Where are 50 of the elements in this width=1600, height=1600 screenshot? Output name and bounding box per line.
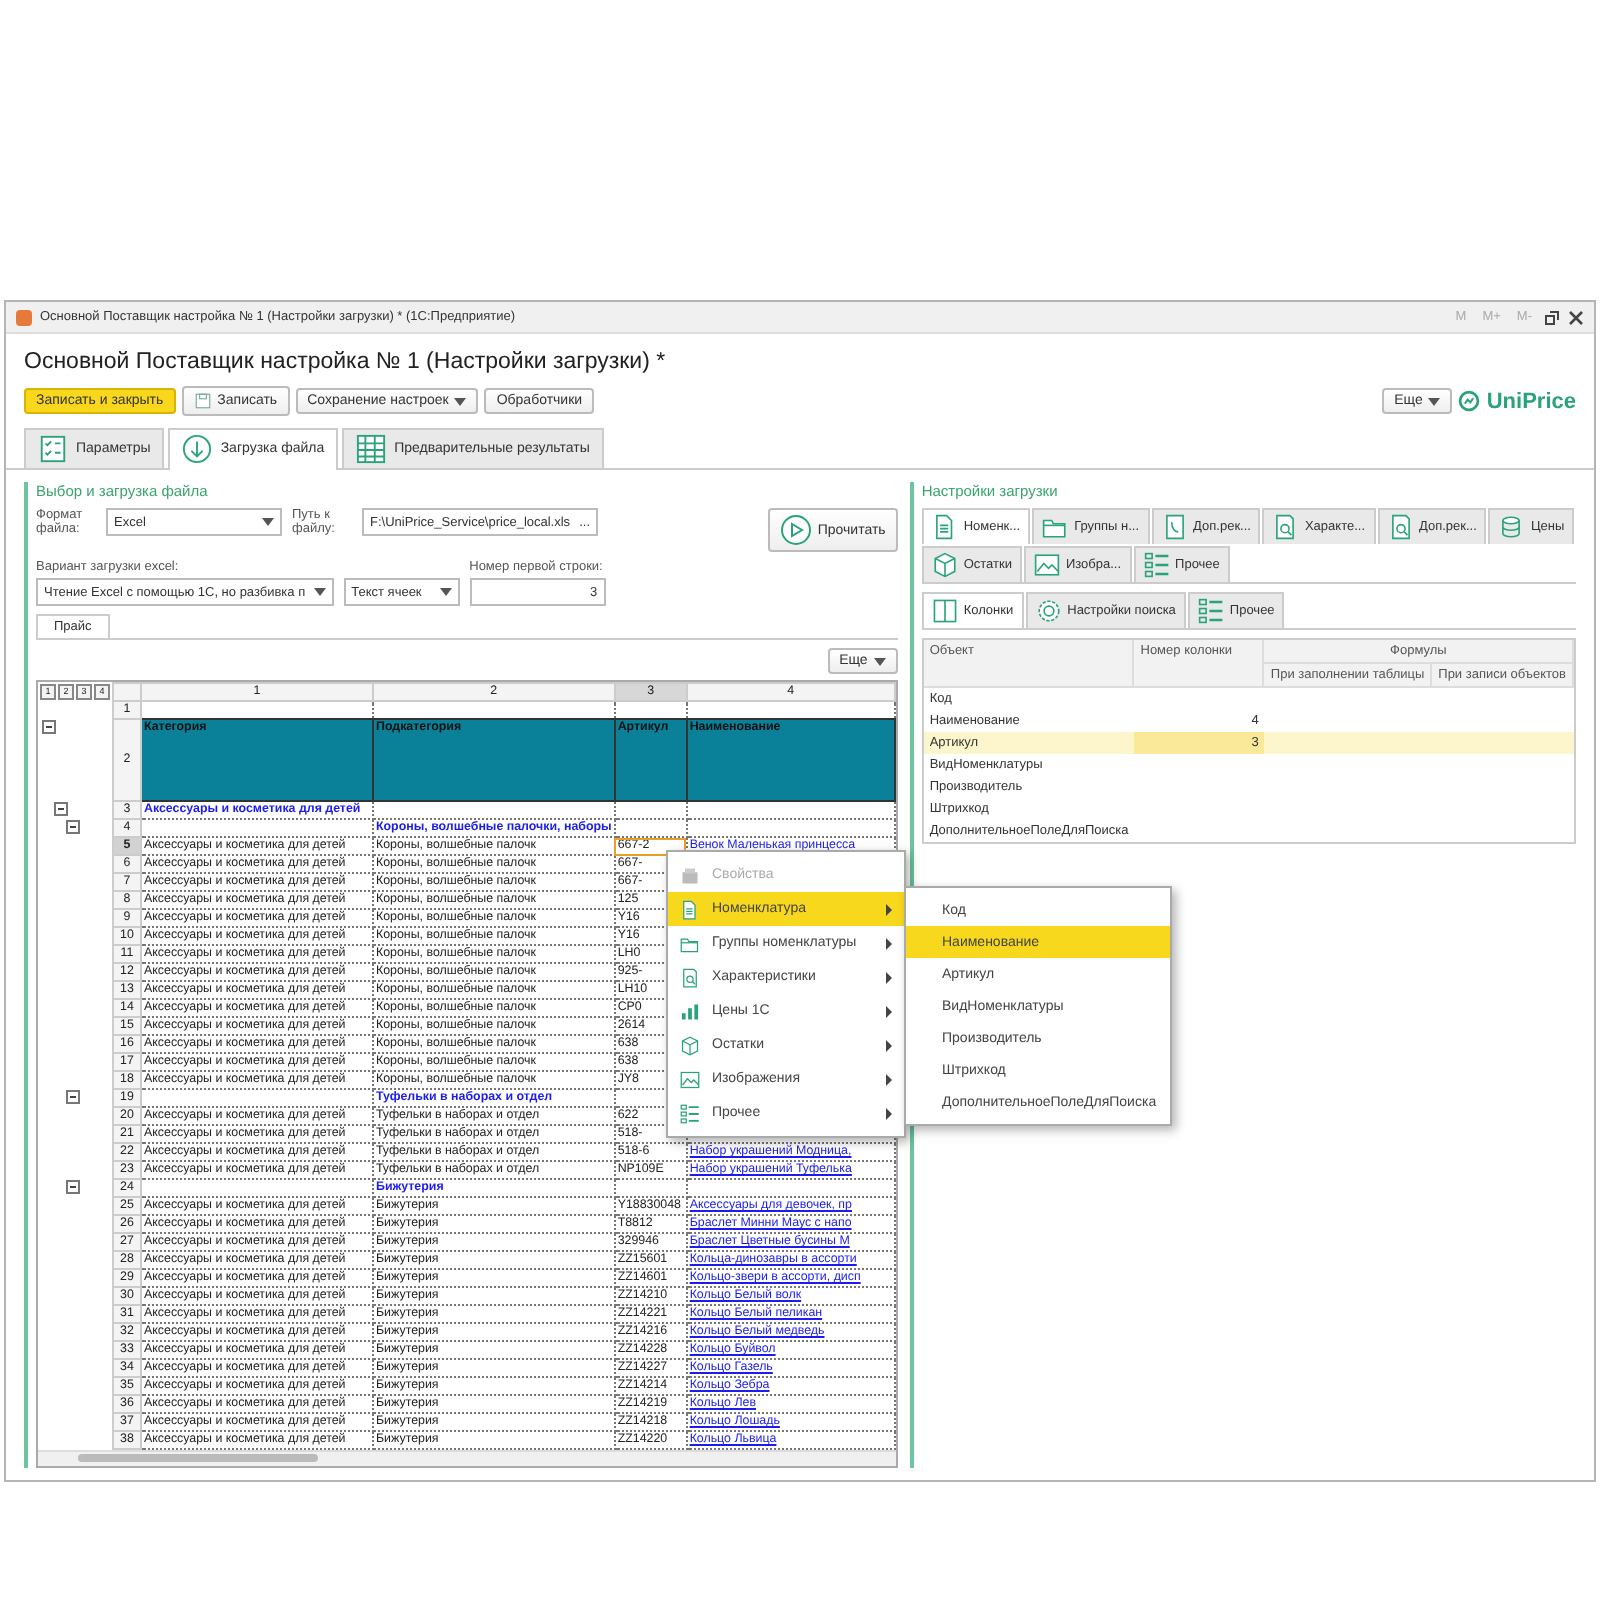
document-icon (931, 514, 958, 540)
checklist-icon (38, 434, 68, 464)
list-icon (1197, 598, 1224, 624)
document-search-icon (1387, 514, 1414, 540)
box-icon (931, 552, 958, 578)
logo: UniPrice (1458, 389, 1576, 413)
logo-icon (1458, 390, 1481, 412)
document-icon (680, 899, 700, 919)
caret-icon (439, 588, 452, 596)
app-icon (16, 309, 32, 325)
save-icon (193, 392, 212, 410)
list-icon (1143, 552, 1170, 578)
submenu-arrow-icon (886, 1039, 892, 1051)
submenu-arrow-icon (886, 903, 892, 915)
folder-icon (680, 933, 700, 953)
download-icon (182, 434, 213, 464)
caret-icon (454, 397, 467, 405)
submenu-arrow-icon (886, 1107, 892, 1119)
folder-icon (1042, 514, 1069, 540)
box-icon (680, 1035, 700, 1055)
list-icon (680, 1103, 700, 1123)
play-icon (779, 514, 812, 546)
bar-chart-icon (680, 1001, 700, 1021)
phone-document-icon (1161, 514, 1188, 540)
caret-icon (313, 588, 326, 596)
coins-icon (1498, 514, 1525, 540)
caret-icon (262, 518, 274, 526)
collapse-icon[interactable] (66, 1179, 80, 1193)
image-icon (1033, 552, 1060, 578)
table-icon (356, 434, 387, 464)
submenu-arrow-icon (886, 971, 892, 983)
image-icon (680, 1069, 700, 1089)
submenu-arrow-icon (886, 937, 892, 949)
search-settings-icon (1035, 598, 1062, 624)
columns-icon (931, 598, 958, 624)
submenu-arrow-icon (886, 1073, 892, 1085)
caret-icon (873, 657, 886, 665)
table-cell (1432, 732, 1574, 754)
collapse-icon[interactable] (54, 801, 68, 815)
form-title: Основной Поставщик настройка № 1 (Настройки загрузки) * (24, 350, 668, 374)
collapse-icon[interactable] (66, 1089, 80, 1103)
properties-icon (680, 865, 700, 885)
document-search-icon (1272, 514, 1299, 540)
caret-icon (1428, 397, 1441, 405)
close-icon[interactable] (1568, 309, 1584, 325)
restore-icon[interactable] (1544, 309, 1560, 325)
document-search-icon (680, 967, 700, 987)
submenu-arrow-icon (886, 1005, 892, 1017)
collapse-icon[interactable] (42, 719, 56, 733)
collapse-icon[interactable] (66, 819, 80, 833)
